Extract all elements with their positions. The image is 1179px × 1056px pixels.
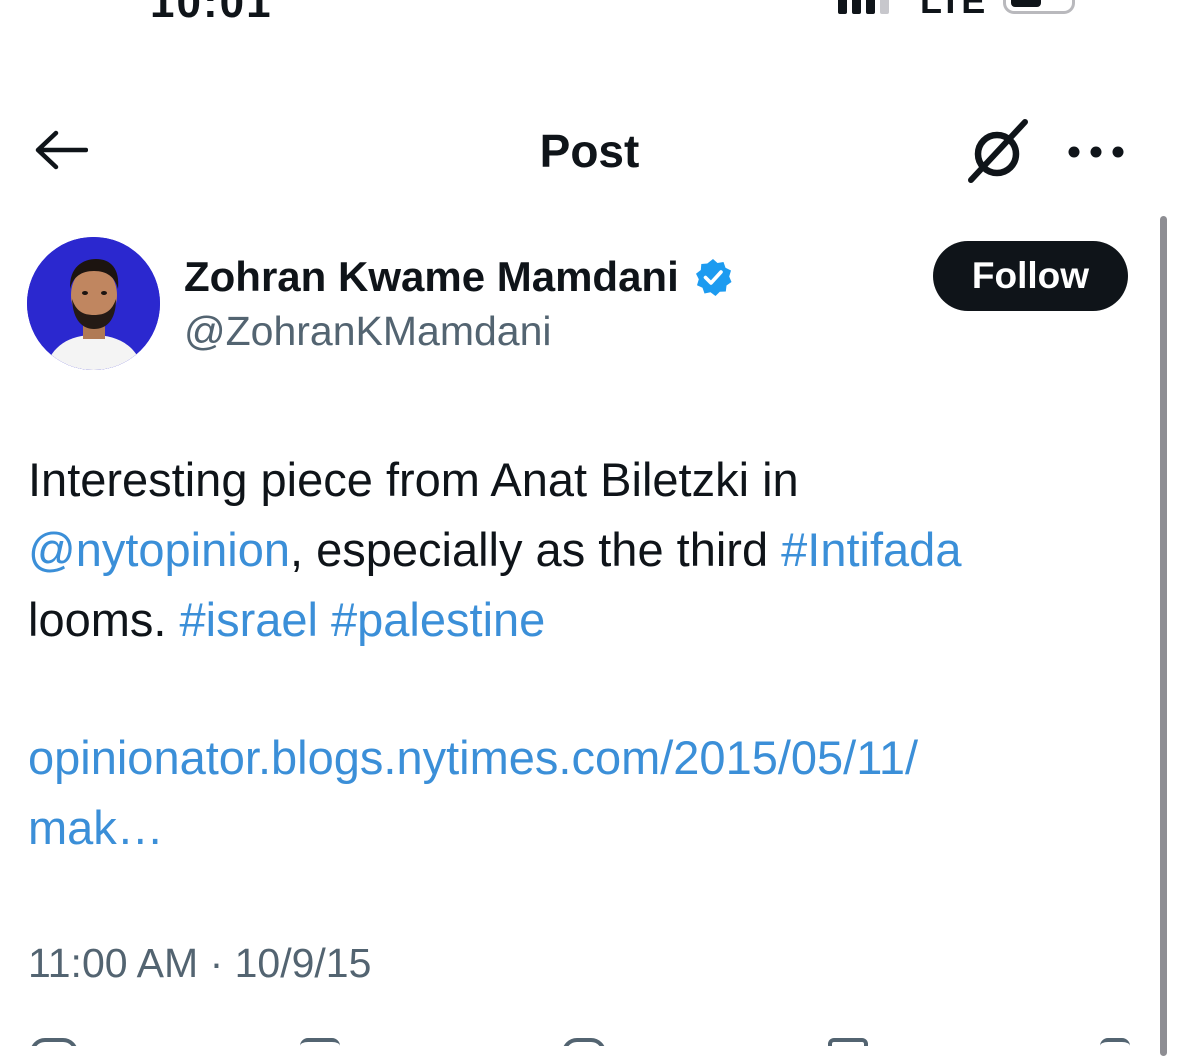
more-horizontal-icon: [1068, 146, 1124, 158]
follow-button[interactable]: Follow: [933, 241, 1128, 311]
author-display-name[interactable]: Zohran Kwame Mamdani: [184, 248, 733, 306]
tweet-line-1: Interesting piece from Anat Biletzki in: [28, 453, 799, 506]
hashtag-link[interactable]: #Intifada: [781, 523, 961, 576]
profile-photo: [27, 237, 160, 370]
author-handle[interactable]: @ZohranKMamdani: [184, 308, 552, 355]
tweet-line-2: @nytopinion, especially as the third #In…: [28, 515, 1138, 585]
post-action-bar: [0, 1030, 1160, 1046]
top-navigation-bar: Post: [0, 110, 1179, 190]
scrollbar[interactable]: [1160, 216, 1167, 1056]
verified-badge-icon: [695, 259, 732, 296]
url-line-2[interactable]: mak…: [28, 793, 1138, 863]
bookmark-icon[interactable]: [828, 1038, 868, 1046]
tweet-text-segment: looms.: [28, 593, 180, 646]
tweet-text-segment: , especially as the third: [290, 523, 782, 576]
grok-button[interactable]: [960, 116, 1036, 188]
avatar[interactable]: [27, 237, 160, 370]
more-options-button[interactable]: [1060, 124, 1132, 180]
grok-icon: [968, 119, 1028, 183]
repost-icon[interactable]: [300, 1038, 340, 1046]
status-time: 10:01: [150, 0, 273, 20]
status-bar: 10:01 LTE: [0, 0, 1179, 20]
share-icon[interactable]: [1100, 1038, 1130, 1046]
like-icon[interactable]: [562, 1038, 606, 1046]
network-type: LTE: [920, 0, 985, 20]
reply-icon[interactable]: [30, 1038, 78, 1046]
tweet-text: Interesting piece from Anat Biletzki in …: [28, 445, 1138, 655]
post-timestamp[interactable]: 11:00 AM · 10/9/15: [28, 940, 371, 987]
signal-strength-icon: [838, 0, 889, 14]
display-name-text: Zohran Kwame Mamdani: [184, 253, 679, 300]
external-url-link[interactable]: opinionator.blogs.nytimes.com/2015/05/11…: [28, 723, 1138, 863]
tweet-line-3: looms. #israel #palestine: [28, 585, 1138, 655]
url-line-1[interactable]: opinionator.blogs.nytimes.com/2015/05/11…: [28, 723, 1138, 793]
mention-link[interactable]: @nytopinion: [28, 523, 290, 576]
hashtag-link[interactable]: #israel: [180, 593, 318, 646]
hashtag-link[interactable]: #palestine: [331, 593, 545, 646]
battery-icon: [1003, 0, 1075, 14]
